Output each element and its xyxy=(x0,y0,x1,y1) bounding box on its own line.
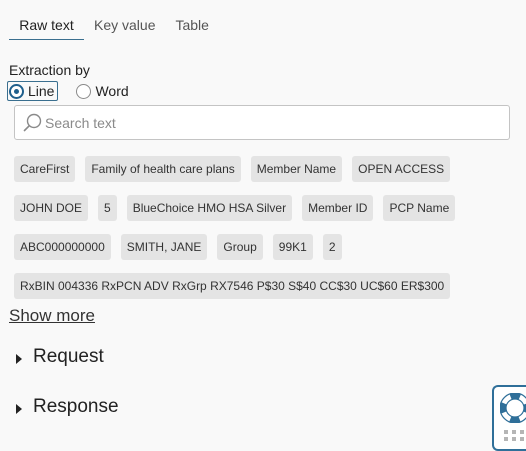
chip-row: JOHN DOE 5 BlueChoice HMO HSA Silver Mem… xyxy=(14,195,514,221)
text-chip[interactable]: 2 xyxy=(322,234,342,260)
request-section-toggle[interactable]: Request xyxy=(16,346,104,368)
tab-raw-text[interactable]: Raw text xyxy=(9,12,84,40)
text-chip[interactable]: Member Name xyxy=(250,156,343,182)
search-box[interactable] xyxy=(14,105,510,140)
text-chip[interactable]: JOHN DOE xyxy=(14,195,89,221)
radio-word-label: Word xyxy=(95,83,129,99)
radio-word-button[interactable] xyxy=(76,83,92,99)
response-section-title: Response xyxy=(33,396,119,417)
chip-row: ABC000000000 SMITH, JANE Group 99K1 2 xyxy=(14,234,514,260)
radio-line-button[interactable] xyxy=(9,83,24,99)
help-widget[interactable] xyxy=(492,385,526,451)
lifebuoy-icon xyxy=(500,393,526,423)
drag-handle-icon[interactable] xyxy=(503,429,525,447)
response-section-toggle[interactable]: Response xyxy=(16,396,119,418)
tab-table[interactable]: Table xyxy=(175,12,208,40)
text-chip[interactable]: RxBIN 004336 RxPCN ADV RxGrp RX7546 P$30… xyxy=(14,273,451,299)
text-chip[interactable]: PCP Name xyxy=(383,195,456,221)
request-section-title: Request xyxy=(33,346,104,367)
text-chip[interactable]: 99K1 xyxy=(272,234,313,260)
extraction-radio-group: Line Word xyxy=(7,81,131,101)
radio-line-label: Line xyxy=(28,83,55,99)
text-chip[interactable]: 5 xyxy=(98,195,117,221)
radio-option-line[interactable]: Line xyxy=(7,81,59,101)
text-chip[interactable]: Family of health care plans xyxy=(85,156,241,182)
view-tabs: Raw text Key value Table xyxy=(9,12,209,40)
tab-key-value[interactable]: Key value xyxy=(94,12,155,40)
text-chip[interactable]: Member ID xyxy=(302,195,374,221)
caret-right-icon xyxy=(16,403,22,414)
extracted-text-chips: CareFirst Family of health care plans Me… xyxy=(14,156,514,312)
caret-right-icon xyxy=(16,353,22,364)
search-input[interactable] xyxy=(45,114,485,131)
chip-row: CareFirst Family of health care plans Me… xyxy=(14,156,514,182)
text-chip[interactable]: Group xyxy=(217,234,263,260)
text-chip[interactable]: SMITH, JANE xyxy=(120,234,208,260)
chip-row: RxBIN 004336 RxPCN ADV RxGrp RX7546 P$30… xyxy=(14,273,514,299)
show-more-link[interactable]: Show more xyxy=(9,306,95,326)
text-chip[interactable]: OPEN ACCESS xyxy=(352,156,451,182)
text-chip[interactable]: ABC000000000 xyxy=(14,234,111,260)
radio-option-word[interactable]: Word xyxy=(76,83,130,99)
extraction-by-label: Extraction by xyxy=(9,62,90,78)
search-icon xyxy=(23,113,42,131)
radio-focus-outline: Line xyxy=(7,81,59,101)
text-chip[interactable]: CareFirst xyxy=(14,156,76,182)
text-chip[interactable]: BlueChoice HMO HSA Silver xyxy=(126,195,293,221)
